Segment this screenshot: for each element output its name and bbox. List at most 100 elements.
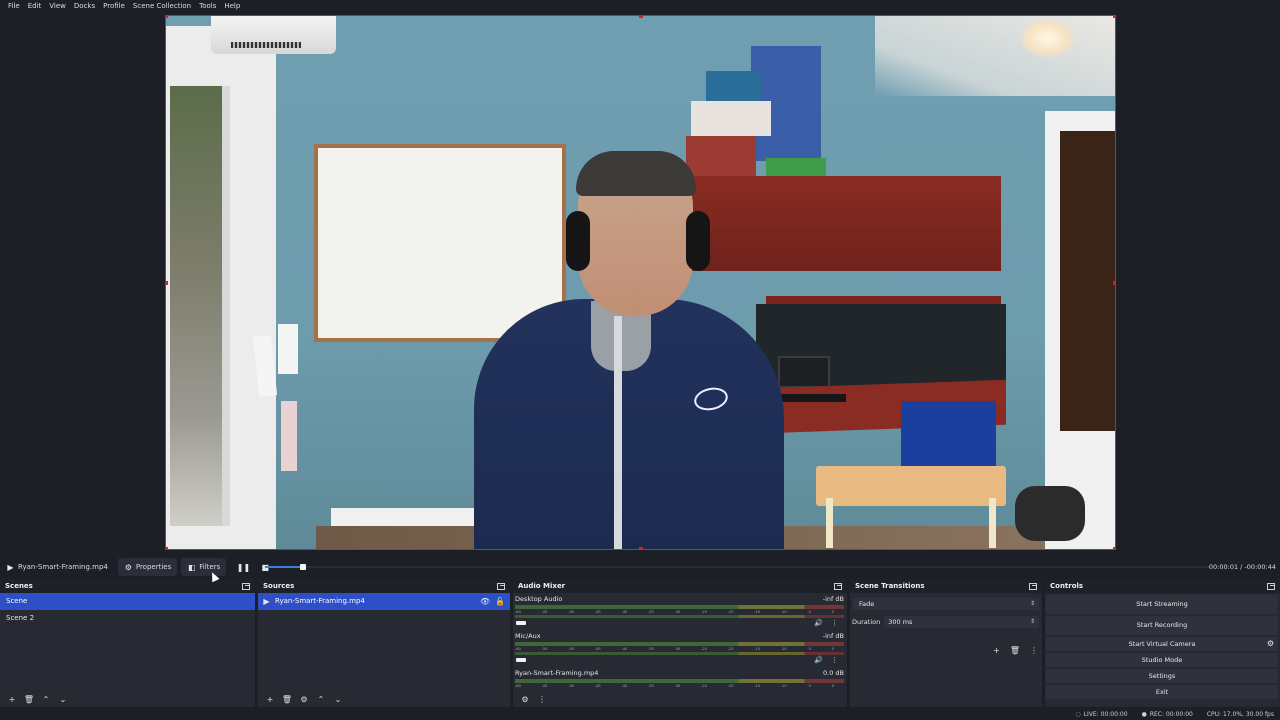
volume-meter <box>515 605 844 609</box>
undock-icon[interactable] <box>497 582 505 590</box>
chevron-down-icon[interactable]: ⌄ <box>332 693 344 705</box>
menu-edit[interactable]: Edit <box>24 0 46 12</box>
pause-button[interactable]: ❚❚ <box>232 559 250 575</box>
trash-icon[interactable]: 🗑 <box>281 693 293 705</box>
scene-ac-unit <box>211 16 336 54</box>
menu-profile[interactable]: Profile <box>99 0 129 12</box>
gear-icon[interactable]: ⚙ <box>1267 637 1274 651</box>
pause-icon: ❚❚ <box>236 562 251 572</box>
transition-toolbar: + 🗑 ⋮ <box>993 646 1038 655</box>
chevron-up-icon[interactable]: ⌃ <box>315 693 327 705</box>
filter-icon: ◧ <box>187 562 196 572</box>
gear-icon[interactable]: ⚙ <box>298 693 310 705</box>
duration-spinbox[interactable]: 300 ms ⇕ <box>884 616 1039 628</box>
resize-handle[interactable] <box>166 281 168 285</box>
menu-tools[interactable]: Tools <box>195 0 220 12</box>
scenes-dock: Scenes Scene Scene 2 + 🗑 ⌃ ⌄ <box>0 579 255 707</box>
resize-handle[interactable] <box>1113 281 1115 285</box>
more-vertical-icon[interactable]: ⋮ <box>831 656 838 664</box>
mixer-channel: Desktop Audio -inf dB -60 -55 -50 -45 -40 -35… <box>513 593 847 630</box>
more-vertical-icon[interactable]: ⋮ <box>536 693 548 705</box>
audio-mixer-header: Audio Mixer <box>513 579 847 593</box>
volume-slider[interactable] <box>516 658 526 662</box>
volume-meter <box>515 679 844 683</box>
settings-button[interactable]: Settings <box>1046 669 1278 683</box>
chevron-down-icon[interactable]: ⌄ <box>57 693 69 705</box>
resize-handle[interactable] <box>639 16 643 18</box>
exit-button[interactable]: Exit <box>1046 685 1278 699</box>
studio-mode-button[interactable]: Studio Mode <box>1046 653 1278 667</box>
menu-file[interactable]: File <box>4 0 24 12</box>
seek-track <box>265 566 1210 568</box>
resize-handle[interactable] <box>166 16 168 18</box>
start-streaming-button[interactable]: Start Streaming <box>1046 595 1278 614</box>
menu-scene-collection[interactable]: Scene Collection <box>129 0 195 12</box>
resize-handle[interactable] <box>1113 16 1115 18</box>
scene-paper <box>252 335 278 397</box>
scene-item[interactable]: Scene <box>0 593 255 610</box>
speaker-icon[interactable]: 🔊 <box>814 619 823 627</box>
gear-icon[interactable]: ⚙ <box>519 693 531 705</box>
undock-icon[interactable] <box>242 582 250 590</box>
sources-toolbar: + 🗑 ⚙ ⌃ ⌄ <box>258 691 344 707</box>
start-recording-button[interactable]: Start Recording <box>1046 616 1278 635</box>
scene-headset-left <box>566 211 590 271</box>
speaker-icon[interactable]: 🔊 <box>814 656 823 664</box>
resize-handle[interactable] <box>1113 547 1115 549</box>
tick-label: -40 <box>621 684 628 688</box>
spin-arrows-icon[interactable]: ⇕ <box>1030 616 1035 628</box>
scene-person-hair <box>576 151 696 196</box>
more-vertical-icon[interactable]: ⋮ <box>1030 646 1038 655</box>
scene-monitor <box>778 356 830 388</box>
scene-weights <box>1015 486 1085 541</box>
chevron-up-icon[interactable]: ⌃ <box>40 693 52 705</box>
channel-name: Mic/Aux <box>515 632 541 640</box>
tick-label: -50 <box>568 684 575 688</box>
scene-transitions-header: Scene Transitions <box>850 579 1042 593</box>
undock-icon[interactable] <box>1267 582 1275 590</box>
trash-icon[interactable]: 🗑 <box>1010 646 1020 655</box>
more-vertical-icon[interactable]: ⋮ <box>831 619 838 627</box>
source-item[interactable]: ▶ Ryan-Smart-Framing.mp4 👁 🔓 <box>258 593 510 610</box>
add-icon[interactable]: + <box>993 646 1000 655</box>
seek-handle[interactable] <box>299 564 306 570</box>
resize-handle[interactable] <box>639 547 643 549</box>
mixer-channel: Mic/Aux -inf dB -60 -55 -50 -45 -40 -35 -30 -25… <box>513 630 847 667</box>
lock-icon[interactable]: 🔓 <box>495 597 505 606</box>
tick-label: -35 <box>647 684 654 688</box>
cpu-status: CPU: 17.0%, 30.00 fps <box>1207 711 1274 718</box>
eye-icon[interactable]: 👁 <box>480 597 490 606</box>
add-icon[interactable]: + <box>6 693 18 705</box>
menu-view[interactable]: View <box>45 0 70 12</box>
scene-doorway <box>1060 131 1115 431</box>
menu-help[interactable]: Help <box>220 0 244 12</box>
preview-canvas[interactable] <box>165 15 1116 550</box>
transition-select[interactable]: Fade ⇕ <box>853 598 1039 610</box>
scene-person-zipper <box>614 316 622 549</box>
live-status: ◌ LIVE: 00:00:00 <box>1075 711 1127 718</box>
scene-item[interactable]: Scene 2 <box>0 610 255 627</box>
undock-icon[interactable] <box>1029 582 1037 590</box>
menu-docks[interactable]: Docks <box>70 0 99 12</box>
menu-bar: File Edit View Docks Profile Scene Colle… <box>0 0 1280 12</box>
properties-button[interactable]: ⚙ Properties <box>117 558 178 576</box>
start-virtual-camera-button[interactable]: Start Virtual Camera ⚙ <box>1046 637 1278 651</box>
media-seek-slider[interactable] <box>265 564 1210 570</box>
trash-icon[interactable]: 🗑 <box>23 693 35 705</box>
filters-button[interactable]: ◧ Filters <box>181 558 227 576</box>
time-separator: / <box>1240 563 1243 571</box>
volume-slider[interactable] <box>516 621 526 625</box>
scene-box <box>686 136 756 181</box>
scene-box <box>706 71 761 101</box>
sources-title: Sources <box>263 582 295 590</box>
cpu-text: CPU: 17.0%, 30.00 fps <box>1206 710 1274 718</box>
undock-icon[interactable] <box>834 582 842 590</box>
media-source-selector[interactable]: ▶ Ryan-Smart-Framing.mp4 <box>0 558 114 576</box>
scene-ceiling-light <box>1020 18 1075 58</box>
resize-handle[interactable] <box>166 547 168 549</box>
add-icon[interactable]: + <box>264 693 276 705</box>
sources-list: ▶ Ryan-Smart-Framing.mp4 👁 🔓 + 🗑 ⚙ ⌃ ⌄ <box>258 593 510 707</box>
time-remaining: -00:00:44 <box>1244 563 1276 571</box>
scene-recycle-bin <box>901 401 996 466</box>
media-timecode: 00:00:01 / -00:00:44 <box>1209 557 1276 577</box>
